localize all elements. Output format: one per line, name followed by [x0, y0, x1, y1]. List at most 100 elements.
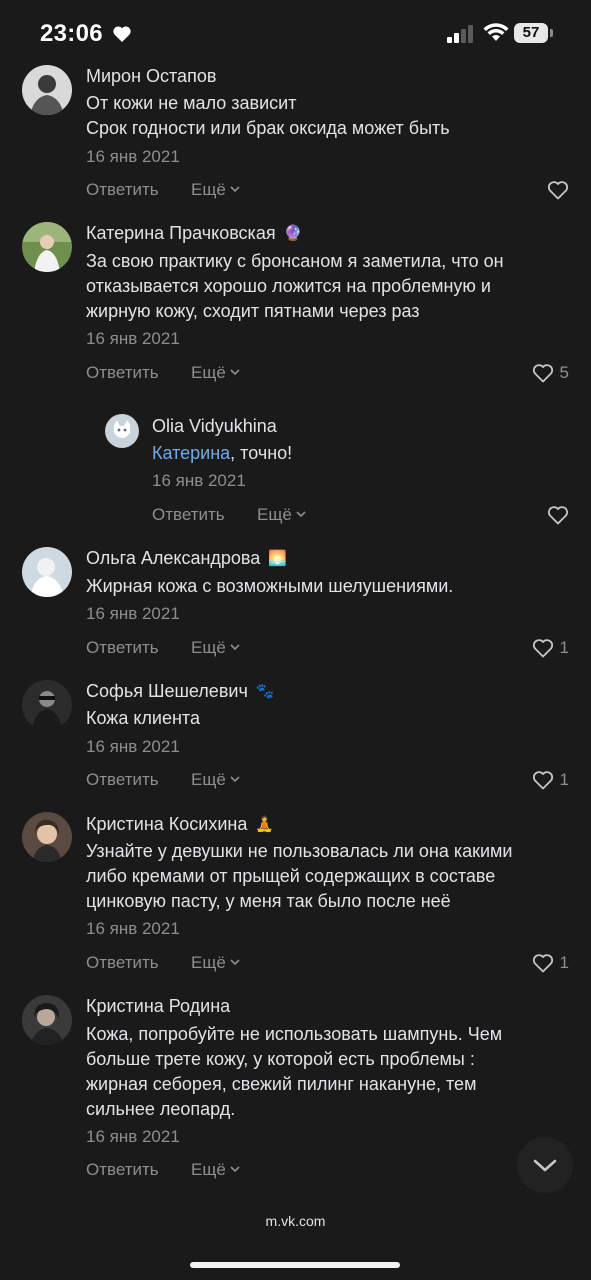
comment-text: Узнайте у девушки не пользовалась ли она…: [86, 839, 512, 914]
more-button[interactable]: Ещё: [191, 953, 240, 973]
avatar[interactable]: [22, 812, 72, 862]
comment-date: 16 янв 2021: [86, 737, 180, 756]
comment-date: 16 янв 2021: [86, 604, 180, 623]
comment-text: Кожа, попробуйте не использовать шампунь…: [86, 1022, 502, 1122]
chevron-down-icon: [296, 511, 306, 518]
comment-text-line: Жирная кожа с возможными шелушениями.: [86, 576, 454, 596]
more-label: Ещё: [191, 953, 226, 972]
status-emoji: 🧘: [255, 816, 275, 833]
comment-author-name[interactable]: Кристина Родина: [86, 996, 230, 1016]
reply-button[interactable]: Ответить: [86, 638, 159, 658]
comment-author-name[interactable]: Мирон Остапов: [86, 66, 216, 86]
like-count: 5: [559, 363, 569, 382]
like-count: 1: [559, 953, 569, 972]
comment-text-line: жирную кожу, сходит пятнами через раз: [86, 301, 420, 321]
heart-icon: [532, 364, 553, 383]
like-button[interactable]: 1: [532, 768, 569, 792]
comment-date: 16 янв 2021: [86, 919, 180, 938]
more-label: Ещё: [257, 505, 292, 524]
status-emoji: 🔮: [283, 225, 303, 242]
like-button[interactable]: 1: [532, 636, 569, 660]
comment-author[interactable]: Olia Vidyukhina: [152, 416, 277, 437]
heart-icon: [532, 771, 553, 790]
comment-text-line: , точно!: [230, 443, 293, 463]
comment-author[interactable]: Ольга Александрова 🌅: [86, 548, 287, 569]
comment-author-name[interactable]: Катерина Прачковская: [86, 223, 276, 243]
comment-author[interactable]: Мирон Остапов: [86, 66, 216, 87]
status-emoji: 🌅: [268, 550, 287, 567]
more-label: Ещё: [191, 638, 226, 657]
avatar[interactable]: [22, 995, 72, 1045]
comment-text: От кожи не мало зависит Срок годности ил…: [86, 91, 450, 141]
more-button[interactable]: Ещё: [191, 363, 240, 383]
avatar[interactable]: [22, 65, 72, 115]
more-button[interactable]: Ещё: [191, 180, 240, 200]
heart-icon: [532, 639, 553, 658]
comment-date: 16 янв 2021: [86, 329, 180, 348]
reply-button[interactable]: Ответить: [86, 363, 159, 383]
reply-button[interactable]: Ответить: [86, 770, 159, 790]
heart-icon: [547, 181, 569, 200]
battery-icon: 57: [514, 23, 554, 43]
comment-author-name[interactable]: Кристина Косихина: [86, 814, 247, 834]
comment-author[interactable]: Кристина Косихина 🧘: [86, 814, 274, 835]
comment-text-line: Кожа, попробуйте не использовать шампунь…: [86, 1024, 503, 1044]
home-indicator[interactable]: [190, 1262, 400, 1268]
more-label: Ещё: [191, 363, 226, 382]
comment-text-line: жирная себорея, свежий пилинг накануне, …: [86, 1074, 477, 1094]
heart-status-icon: [113, 26, 131, 42]
more-label: Ещё: [191, 180, 226, 199]
comment-text-line: Узнайте у девушки не пользовалась ли она…: [86, 841, 513, 861]
avatar[interactable]: [22, 680, 72, 730]
chevron-down-icon: [230, 369, 240, 376]
comment-author-name[interactable]: Софья Шешелевич: [86, 681, 248, 701]
battery-level: 57: [514, 23, 548, 43]
avatar[interactable]: [105, 414, 139, 448]
comment-text-line: больше трете кожу, у которой есть пробле…: [86, 1049, 475, 1069]
scroll-down-button[interactable]: [517, 1137, 573, 1193]
reply-button[interactable]: Ответить: [152, 505, 225, 525]
comment-author[interactable]: Катерина Прачковская 🔮: [86, 223, 302, 244]
like-count: 1: [559, 770, 569, 789]
avatar[interactable]: [22, 222, 72, 272]
status-emoji: 🐾: [255, 683, 275, 700]
more-button[interactable]: Ещё: [191, 1160, 240, 1180]
comment-date: 16 янв 2021: [152, 471, 246, 490]
comment-date: 16 янв 2021: [86, 147, 180, 166]
more-button[interactable]: Ещё: [191, 770, 240, 790]
chevron-down-icon: [230, 186, 240, 193]
comment-text: Жирная кожа с возможными шелушениями.: [86, 574, 453, 599]
like-button[interactable]: [547, 503, 569, 527]
reply-button[interactable]: Ответить: [86, 953, 159, 973]
comment-text-line: Кожа клиента: [86, 708, 200, 728]
like-button[interactable]: 1: [532, 951, 569, 975]
like-button[interactable]: 5: [532, 361, 569, 385]
comment-text-line: От кожи не мало зависит: [86, 93, 297, 113]
more-button[interactable]: Ещё: [191, 638, 240, 658]
avatar[interactable]: [22, 547, 72, 597]
comment-text-line: Срок годности или брак оксида может быть: [86, 118, 450, 138]
reply-button[interactable]: Ответить: [86, 1160, 159, 1180]
like-button[interactable]: [547, 178, 569, 202]
more-button[interactable]: Ещё: [257, 505, 306, 525]
chevron-down-icon: [533, 1159, 557, 1172]
status-time: 23:06: [40, 20, 103, 47]
reply-button[interactable]: Ответить: [86, 180, 159, 200]
more-label: Ещё: [191, 770, 226, 789]
mention-link[interactable]: Катерина: [152, 443, 230, 463]
comment-author[interactable]: Кристина Родина: [86, 996, 230, 1017]
heart-icon: [532, 954, 553, 973]
comment-author[interactable]: Софья Шешелевич 🐾: [86, 681, 275, 702]
comment-author-name[interactable]: Olia Vidyukhina: [152, 416, 277, 436]
url-bar[interactable]: m.vk.com: [0, 1213, 591, 1229]
comment-text: Катерина, точно!: [152, 441, 292, 466]
comment-text-line: отказывается хорошо ложится на проблемну…: [86, 276, 491, 296]
comment-text-line: цинковую пасту, у меня так было после не…: [86, 891, 451, 911]
comment-author-name[interactable]: Ольга Александрова: [86, 548, 260, 568]
comment-text-line: сильнее леопард.: [86, 1099, 236, 1119]
chevron-down-icon: [230, 776, 240, 783]
chevron-down-icon: [230, 1166, 240, 1173]
more-label: Ещё: [191, 1160, 226, 1179]
heart-icon: [547, 506, 569, 525]
wifi-icon: [483, 23, 509, 41]
